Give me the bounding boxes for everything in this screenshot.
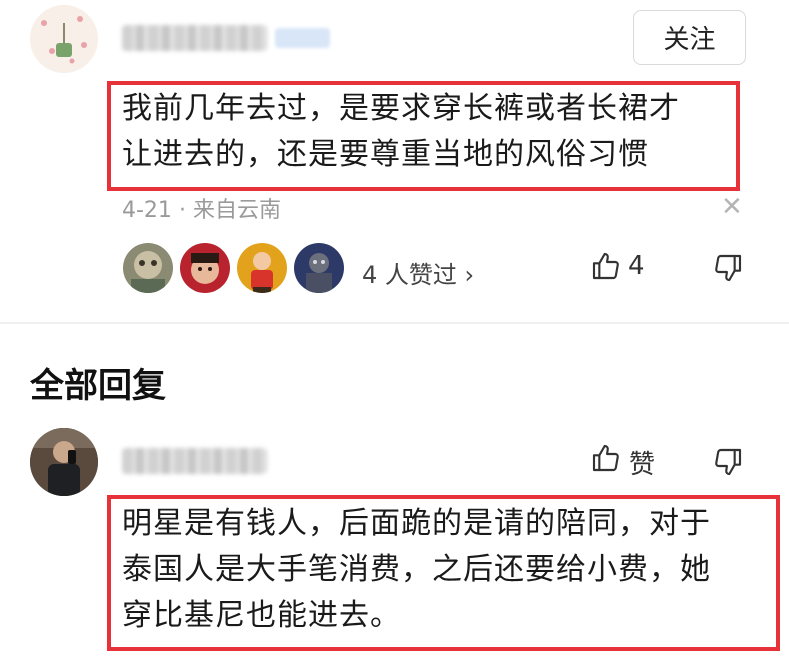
comment-meta: 4-21 · 来自云南 (122, 192, 281, 224)
meta-separator: · (178, 198, 186, 223)
like-count: 4 (628, 251, 645, 281)
section-divider (0, 322, 789, 324)
section-title: 全部回复 (30, 366, 166, 406)
comment-location: 来自云南 (192, 198, 281, 223)
chevron-right-icon: › (464, 261, 475, 289)
thumb-up-icon[interactable] (590, 250, 622, 282)
liker-avatar-4[interactable] (294, 243, 344, 293)
liker-avatar-2-image (180, 243, 230, 293)
reply-name-blurred[interactable] (122, 448, 267, 474)
liker-avatar-1[interactable] (123, 243, 173, 293)
liker-avatar-1-image (123, 243, 173, 293)
commenter-badge-blurred (275, 28, 330, 48)
liker-avatar-4-image (294, 243, 344, 293)
thumb-down-icon[interactable] (712, 252, 744, 284)
reply-like-label[interactable]: 赞 (629, 444, 655, 481)
liker-avatar-2[interactable] (180, 243, 230, 293)
comment-date: 4-21 (122, 198, 172, 223)
likers-summary[interactable]: 4 人赞过 › (362, 255, 474, 290)
commenter-name-blurred[interactable] (122, 25, 267, 51)
reply-avatar[interactable] (30, 428, 98, 496)
top-comment-line-1: 我前几年去过，是要求穿长裤或者长裙才 (122, 91, 680, 126)
liker-avatar-3[interactable] (237, 243, 287, 293)
top-comment-line-2: 让进去的，还是要尊重当地的风俗习惯 (122, 137, 649, 172)
avatar-image (30, 5, 98, 73)
thumb-down-icon[interactable] (712, 446, 744, 478)
reply-line-3: 穿比基尼也能进去。 (122, 598, 401, 633)
reply-line-2: 泰国人是大手笔消费，之后还要给小费，她 (122, 552, 711, 587)
top-comment-text: 我前几年去过，是要求穿长裤或者长裙才 让进去的，还是要尊重当地的风俗习惯 (122, 86, 680, 178)
close-icon[interactable]: ✕ (721, 192, 743, 222)
thumb-up-icon[interactable] (590, 442, 622, 474)
likers-count-text: 4 人赞过 (362, 261, 457, 289)
reply-avatar-image (30, 428, 98, 496)
reply-line-1: 明星是有钱人，后面跪的是请的陪同，对于 (122, 506, 711, 541)
follow-button[interactable]: 关注 (633, 10, 746, 65)
commenter-avatar[interactable] (30, 5, 98, 73)
liker-avatar-3-image (237, 243, 287, 293)
reply-text: 明星是有钱人，后面跪的是请的陪同，对于 泰国人是大手笔消费，之后还要给小费，她 … (122, 501, 711, 639)
